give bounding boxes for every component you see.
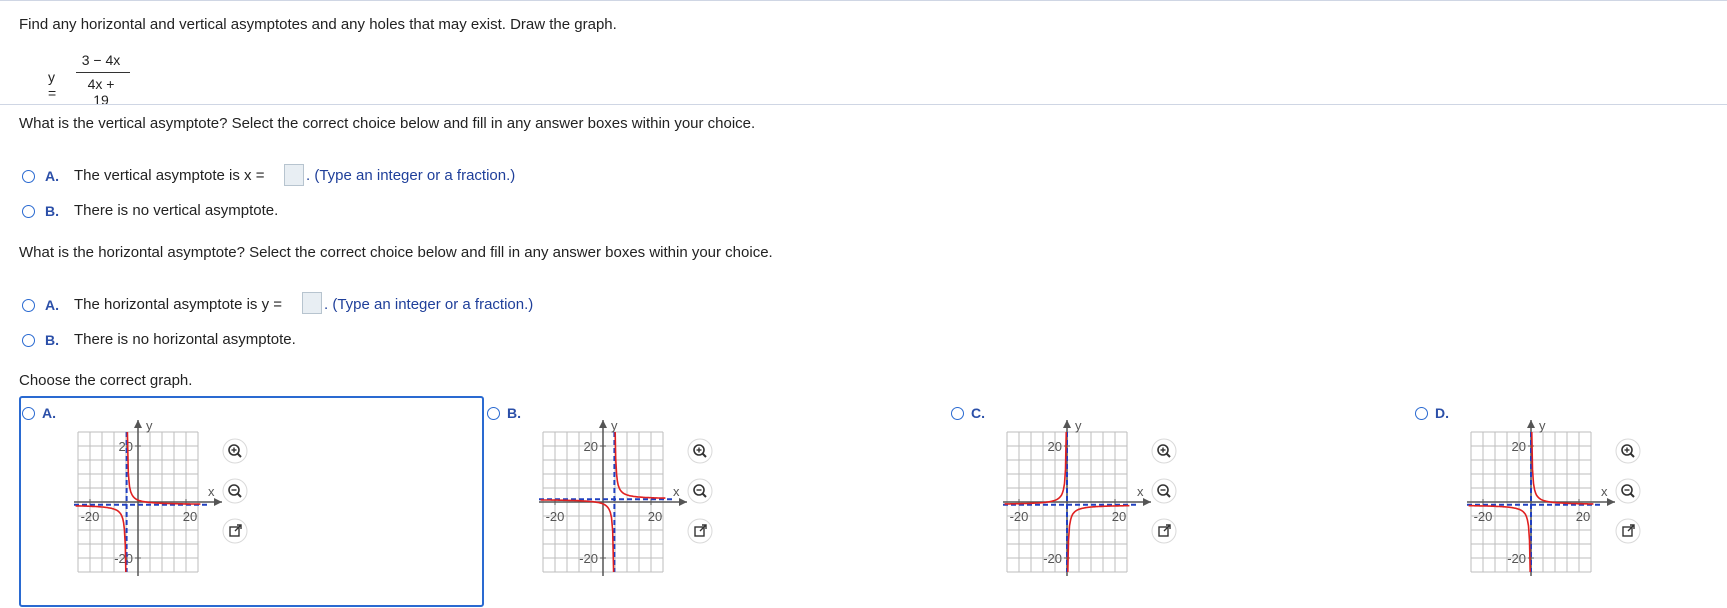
open-new-window-icon[interactable] bbox=[687, 518, 713, 544]
y-tick-label-bottom: -20 bbox=[579, 551, 598, 566]
x-axis-label: x bbox=[208, 484, 215, 499]
x-axis-arrow bbox=[1143, 498, 1151, 506]
y-axis-arrow bbox=[1063, 420, 1071, 428]
zoom-out-icon[interactable] bbox=[1151, 478, 1177, 504]
x-axis-arrow bbox=[679, 498, 687, 506]
graph-a-plot: yx20-20-20 20 bbox=[74, 418, 222, 576]
x-axis-arrow bbox=[1607, 498, 1615, 506]
x-tick-label-left: -20 bbox=[1474, 509, 1493, 524]
x-tick-label-right: 20 bbox=[1576, 509, 1590, 524]
curve-left-branch bbox=[1004, 432, 1068, 505]
zoom-in-icon[interactable] bbox=[687, 438, 713, 464]
graph-c-plot: y x 20 -20 -20 20 bbox=[1003, 418, 1151, 576]
y-tick-label-top: 20 bbox=[1512, 439, 1526, 454]
y-axis-label: y bbox=[611, 418, 618, 433]
vertical-answer-hint: . (Type an integer or a fraction.) bbox=[306, 167, 516, 184]
y-axis-arrow bbox=[134, 420, 142, 428]
x-axis-arrow bbox=[214, 498, 222, 506]
graph-d-plot: y x 20 -20 -20 20 bbox=[1467, 418, 1615, 576]
open-new-window-icon[interactable] bbox=[1615, 518, 1641, 544]
zoom-in-icon[interactable] bbox=[1151, 438, 1177, 464]
zoom-out-icon[interactable] bbox=[687, 478, 713, 504]
graph-b-plot: y x 20 -20 -20 20 bbox=[539, 418, 687, 576]
x-tick-label-right: 20 bbox=[648, 509, 662, 524]
y-axis-arrow bbox=[1527, 420, 1535, 428]
open-new-window-icon[interactable] bbox=[222, 518, 248, 544]
horizontal-answer-input[interactable] bbox=[302, 292, 322, 314]
x-tick-label-left: -20 bbox=[1010, 509, 1029, 524]
y-tick-label-top: 20 bbox=[1048, 439, 1062, 454]
x-axis-label: x bbox=[1137, 484, 1144, 499]
y-tick-label-bottom: -20 bbox=[1043, 551, 1062, 566]
y-tick-label-bottom: -20 bbox=[1507, 551, 1526, 566]
y-axis-label: y bbox=[1075, 418, 1082, 433]
y-axis-label: y bbox=[146, 418, 153, 433]
x-tick-label-left: -20 bbox=[546, 509, 565, 524]
zoom-in-icon[interactable] bbox=[222, 438, 248, 464]
y-axis-arrow bbox=[599, 420, 607, 428]
x-tick-label-right: 20 bbox=[183, 509, 197, 524]
zoom-in-icon[interactable] bbox=[1615, 438, 1641, 464]
y-axis-label: y bbox=[1539, 418, 1546, 433]
vertical-answer-input[interactable] bbox=[284, 164, 304, 186]
x-tick-label-left: -20 bbox=[81, 509, 100, 524]
x-axis-label: x bbox=[673, 484, 680, 499]
curve-right-branch bbox=[614, 432, 666, 499]
x-axis-label: x bbox=[1601, 484, 1608, 499]
zoom-out-icon[interactable] bbox=[1615, 478, 1641, 504]
x-tick-label-right: 20 bbox=[1112, 509, 1126, 524]
y-tick-label-bottom: -20 bbox=[114, 551, 133, 566]
y-tick-label-top: 20 bbox=[584, 439, 598, 454]
zoom-out-icon[interactable] bbox=[222, 478, 248, 504]
open-new-window-icon[interactable] bbox=[1151, 518, 1177, 544]
